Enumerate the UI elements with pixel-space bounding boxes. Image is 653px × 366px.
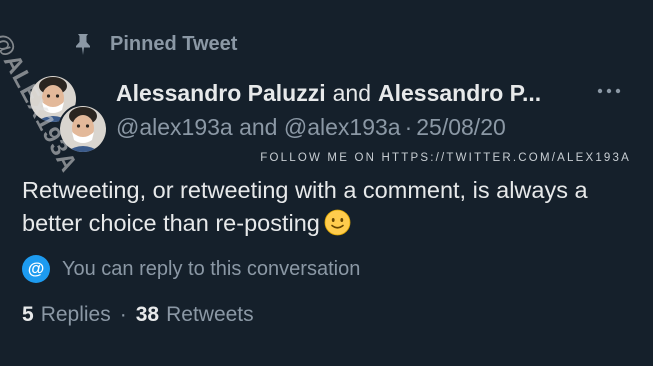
avatar[interactable] <box>58 104 108 154</box>
follow-me-caption: FOLLOW ME ON HTTPS://TWITTER.COM/ALEX193… <box>260 152 631 164</box>
author-names: Alessandro Paluzzi and Alessandro P... <box>116 76 629 110</box>
tweet-stats: 5 Replies · 38 Retweets <box>22 300 254 330</box>
retweets-count: 38 <box>135 303 160 326</box>
tweet-text: Retweeting, or retweeting with a comment… <box>22 177 588 236</box>
more-options-icon[interactable] <box>595 84 623 98</box>
reply-permission: @ You can reply to this conversation <box>22 254 360 284</box>
author-name-2[interactable]: Alessandro P... <box>378 80 541 107</box>
pinned-indicator: Pinned Tweet <box>70 30 237 58</box>
pinned-tweet-label: Pinned Tweet <box>110 32 238 55</box>
author-handles[interactable]: @alex193a and @alex193a <box>116 114 401 141</box>
author-avatars[interactable] <box>22 68 112 154</box>
pin-icon <box>70 31 96 57</box>
reply-permission-label: You can reply to this conversation <box>62 257 361 280</box>
retweets-label: Retweets <box>166 303 254 326</box>
author-connector: and <box>332 79 371 106</box>
retweets-stat[interactable]: 38 Retweets <box>136 303 254 327</box>
replies-stat[interactable]: 5 Replies <box>22 303 111 327</box>
mention-icon: @ <box>22 255 50 283</box>
tweet-date[interactable]: 25/08/20 <box>416 114 506 141</box>
replies-count: 5 <box>22 303 34 326</box>
author-handles-row: @alex193a and @alex193a · 25/08/20 <box>116 110 506 144</box>
slightly-smiling-face-icon <box>324 209 351 236</box>
tweet-body: Retweeting, or retweeting with a comment… <box>22 174 622 240</box>
author-name-1[interactable]: Alessandro Paluzzi <box>116 80 326 107</box>
date-separator: · <box>404 113 413 140</box>
stats-separator: · <box>119 303 127 326</box>
replies-label: Replies <box>40 303 111 326</box>
